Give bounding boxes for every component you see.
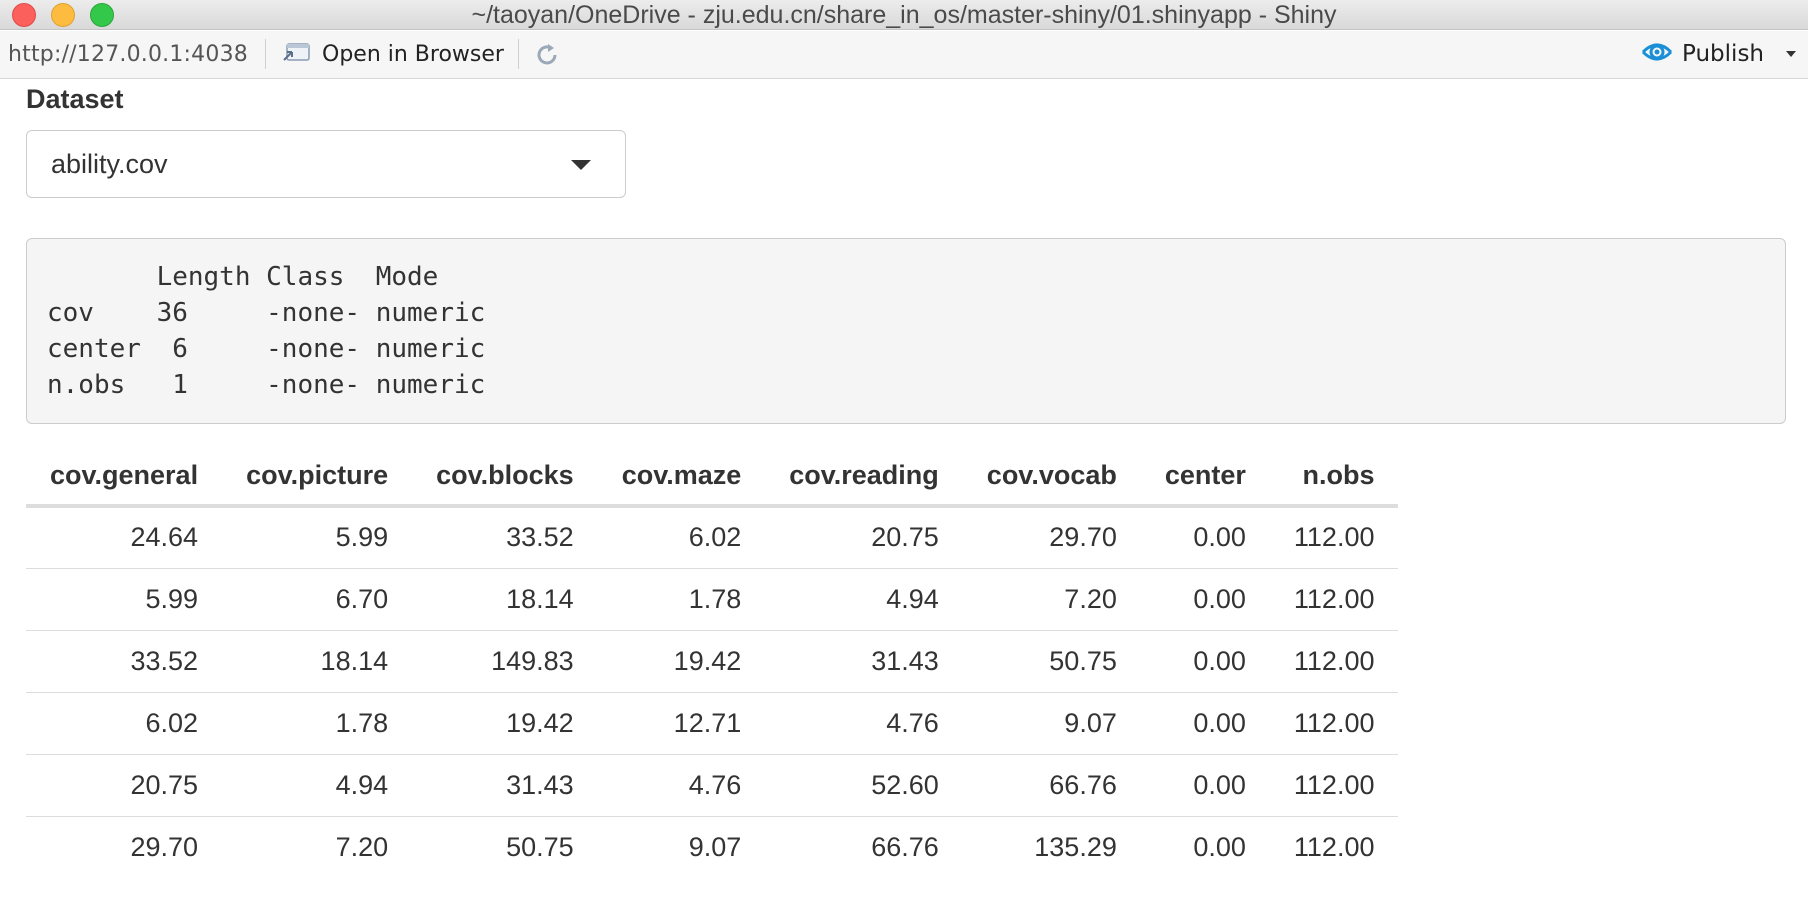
dataset-select-value: ability.cov: [51, 149, 168, 179]
publish-icon: [1640, 38, 1674, 71]
app-url: http://127.0.0.1:4038: [8, 42, 248, 67]
table-row: 5.99 6.70 18.14 1.78 4.94 7.20 0.00 112.…: [26, 568, 1399, 631]
table-cell: 4.76: [597, 754, 766, 817]
column-header: cov.maze: [597, 446, 766, 508]
table-row: 6.02 1.78 19.42 12.71 4.76 9.07 0.00 112…: [26, 692, 1399, 755]
column-header: center: [1140, 446, 1270, 508]
refresh-icon: [532, 44, 562, 74]
open-in-browser-label: Open in Browser: [322, 41, 504, 67]
table-cell: 29.70: [130, 831, 199, 862]
table-cell: 112.00: [1269, 506, 1399, 569]
table-row: 20.75 4.94 31.43 4.76 52.60 66.76 0.00 1…: [26, 754, 1399, 817]
table-cell: 24.64: [26, 506, 223, 569]
table-row: 24.64 5.99 33.52 6.02 20.75 29.70 0.00 1…: [26, 506, 1399, 569]
column-header: cov.blocks: [412, 446, 598, 508]
summary-line: cov 36 -none- numeric: [47, 298, 486, 328]
table-row: 33.52 18.14 149.83 19.42 31.43 50.75 0.0…: [26, 630, 1399, 693]
table-cell: 18.14: [222, 630, 413, 693]
open-browser-icon: [282, 40, 312, 69]
table-cell: 52.60: [765, 754, 963, 817]
dataset-label: Dataset: [26, 84, 124, 114]
table-cell: 135.29: [1034, 831, 1117, 862]
column-header: cov.picture: [222, 446, 413, 508]
table-cell: 12.71: [597, 692, 766, 755]
table-cell: 0.00: [1140, 692, 1270, 755]
table-cell: 5.99: [26, 568, 223, 631]
table-cell: 19.42: [412, 692, 598, 755]
table-cell: 33.52: [26, 630, 223, 693]
refresh-button[interactable]: [532, 40, 562, 70]
table-cell: 29.70: [962, 506, 1141, 569]
table-cell: 31.43: [765, 630, 963, 693]
table-cell: 4.76: [765, 692, 963, 755]
table-header-row: cov.general cov.picture cov.blocks cov.m…: [26, 446, 1399, 508]
data-table: cov.general cov.picture cov.blocks cov.m…: [26, 446, 1399, 878]
summary-line: n.obs 1 -none- numeric: [47, 370, 486, 400]
table-cell: 0.00: [1140, 568, 1270, 631]
table-cell: 0.00: [1140, 630, 1270, 693]
summary-line: center 6 -none- numeric: [47, 334, 486, 364]
column-header: cov.vocab: [962, 446, 1141, 508]
column-header: cov.general: [26, 446, 223, 508]
table-cell: 19.42: [597, 630, 766, 693]
table-cell: 112.00: [1269, 692, 1399, 755]
table-cell: 50.75: [506, 831, 574, 862]
table-row: 29.70 7.20 50.75 9.07 66.76 135.29 0.00 …: [26, 816, 1398, 878]
table-cell: 0.00: [1140, 754, 1270, 817]
table-cell: 4.94: [222, 754, 413, 817]
chevron-down-icon[interactable]: [1786, 51, 1796, 57]
column-header: cov.reading: [765, 446, 963, 508]
open-in-browser-button[interactable]: Open in Browser: [282, 39, 504, 69]
table-cell: 18.14: [412, 568, 598, 631]
table-cell: 5.99: [222, 506, 413, 569]
table-cell: 6.02: [26, 692, 223, 755]
window-title: ~/taoyan/OneDrive - zju.edu.cn/share_in_…: [471, 1, 1337, 29]
table-cell: 6.02: [597, 506, 766, 569]
table-cell: 20.75: [26, 754, 223, 817]
chevron-down-icon: [571, 160, 591, 170]
table-cell: 7.20: [962, 568, 1141, 631]
table-cell: 6.70: [222, 568, 413, 631]
table-cell: 31.43: [412, 754, 598, 817]
table-cell: 50.75: [962, 630, 1141, 693]
table-cell: 149.83: [412, 630, 598, 693]
window-titlebar: ~/taoyan/OneDrive - zju.edu.cn/share_in_…: [0, 0, 1808, 30]
table-cell: 112.00: [1269, 568, 1399, 631]
column-header: n.obs: [1269, 446, 1399, 508]
publish-button[interactable]: Publish: [1640, 39, 1796, 69]
viewer-toolbar: http://127.0.0.1:4038 Open in Browser Pu…: [0, 31, 1808, 79]
summary-output: Length Class Mode cov 36 -none- numeric …: [26, 238, 1786, 424]
toolbar-divider: [265, 39, 266, 69]
publish-label: Publish: [1682, 41, 1764, 67]
toolbar-divider: [518, 39, 519, 69]
table-cell: 20.75: [765, 506, 963, 569]
summary-line: Length Class Mode: [47, 262, 486, 292]
table-cell: 0.00: [1193, 831, 1246, 862]
table-cell: 1.78: [222, 692, 413, 755]
table-cell: 4.94: [765, 568, 963, 631]
table-cell: 112.00: [1269, 754, 1399, 817]
table-cell: 7.20: [335, 831, 389, 862]
table-cell: 66.76: [871, 831, 939, 862]
table-cell: 9.07: [962, 692, 1141, 755]
table-cell: 112.00: [1293, 831, 1375, 862]
table-cell: 33.52: [412, 506, 598, 569]
table-cell: 1.78: [597, 568, 766, 631]
table-cell: 66.76: [962, 754, 1141, 817]
dataset-select[interactable]: ability.cov: [26, 130, 626, 198]
table-cell: 112.00: [1269, 630, 1399, 693]
table-cell: 0.00: [1140, 506, 1270, 569]
table-cell: 9.07: [688, 831, 742, 862]
